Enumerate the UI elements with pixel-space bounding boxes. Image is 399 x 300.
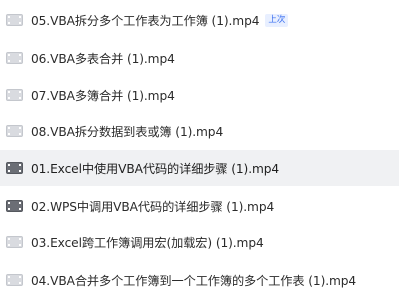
- file-row[interactable]: 03.Excel跨工作簿调用宏(加载宏) (1).mp4: [0, 224, 399, 260]
- file-name: 04.VBA合并多个工作簿到一个工作簿的多个工作表 (1).mp4: [31, 274, 357, 288]
- video-file-icon: [6, 52, 23, 64]
- file-row[interactable]: 07.VBA多簿合并 (1).mp4: [0, 77, 399, 113]
- file-name: 03.Excel跨工作簿调用宏(加载宏) (1).mp4: [31, 236, 264, 250]
- file-row[interactable]: 05.VBA拆分多个工作表为工作簿 (1).mp4 上次: [0, 2, 399, 38]
- file-row[interactable]: 06.VBA多表合并 (1).mp4: [0, 40, 399, 76]
- video-file-icon: [6, 236, 23, 248]
- video-file-icon: [6, 200, 23, 212]
- file-name: 06.VBA多表合并 (1).mp4: [31, 52, 175, 66]
- video-file-icon: [6, 274, 23, 286]
- file-name: 01.Excel中使用VBA代码的详细步骤 (1).mp4: [31, 162, 280, 176]
- file-row[interactable]: 08.VBA拆分数据到表或簿 (1).mp4: [0, 113, 399, 149]
- file-name: 02.WPS中调用VBA代码的详细步骤 (1).mp4: [31, 200, 275, 214]
- video-file-icon: [6, 89, 23, 101]
- file-name: 05.VBA拆分多个工作表为工作簿 (1).mp4: [31, 14, 260, 28]
- file-row[interactable]: 01.Excel中使用VBA代码的详细步骤 (1).mp4: [0, 150, 399, 186]
- last-opened-badge: 上次: [265, 13, 289, 27]
- file-row[interactable]: 04.VBA合并多个工作簿到一个工作簿的多个工作表 (1).mp4: [0, 262, 399, 298]
- file-name: 07.VBA多簿合并 (1).mp4: [31, 89, 175, 103]
- file-row[interactable]: 02.WPS中调用VBA代码的详细步骤 (1).mp4: [0, 188, 399, 224]
- file-name: 08.VBA拆分数据到表或簿 (1).mp4: [31, 125, 224, 139]
- video-file-icon: [6, 14, 23, 26]
- video-file-icon: [6, 125, 23, 137]
- video-file-icon: [6, 162, 23, 174]
- file-list: 05.VBA拆分多个工作表为工作簿 (1).mp4 上次 06.VBA多表合并 …: [0, 0, 399, 300]
